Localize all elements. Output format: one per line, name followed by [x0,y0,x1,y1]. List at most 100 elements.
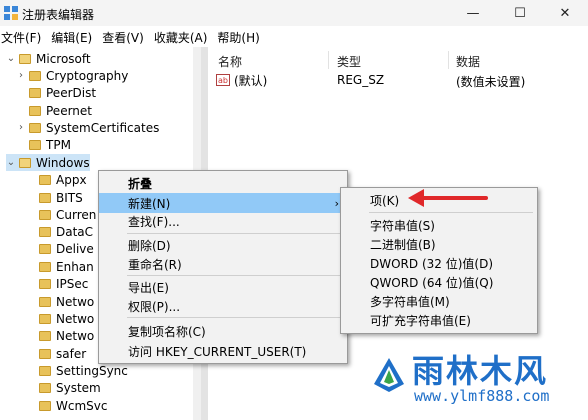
folder-icon [39,226,51,237]
column-divider[interactable] [328,51,329,69]
expand-right-icon[interactable]: › [16,70,26,81]
watermark-title: 雨林木风 [412,352,549,390]
folder-icon [29,122,41,133]
tree-node[interactable]: SettingSync [26,362,128,379]
regedit-app-icon [3,5,19,21]
tree-node[interactable]: Netwo [26,293,94,310]
tree-node-label: WcmSvc [56,398,108,413]
tree-node-label: System [56,380,101,395]
tree-node[interactable]: Peernet [16,102,92,119]
tree-node[interactable]: Curren [26,206,96,223]
tree-node[interactable]: ⌄ Windows [6,154,90,171]
folder-icon [39,382,51,393]
menu-delete[interactable]: 删除(D) [99,235,347,255]
submenu-expandable-string-value[interactable]: 可扩充字符串值(E) [341,310,537,330]
expand-down-icon[interactable]: ⌄ [6,53,16,64]
tree-node-label: Netwo [56,328,95,343]
menu-edit[interactable]: 编辑(E) [50,26,101,46]
menu-collapse[interactable]: 折叠 [99,173,347,193]
minimize-button[interactable]: — [450,0,496,26]
submenu-multi-string-value[interactable]: 多字符串值(M) [341,291,537,311]
submenu-qword-value[interactable]: QWORD (64 位)值(Q) [341,272,537,292]
menu-find[interactable]: 查找(F)... [99,211,347,231]
folder-icon [39,209,51,220]
menu-export[interactable]: 导出(E) [99,277,347,297]
tree-node[interactable]: ⌄ Microsoft [6,50,91,67]
submenu-string-value[interactable]: 字符串值(S) [341,215,537,235]
tree-node-label: Peernet [46,103,92,118]
tree-node-label: Cryptography [46,68,129,83]
menu-file[interactable]: 文件(F) [0,26,50,46]
string-value-icon: ab [216,74,230,86]
folder-icon [19,157,31,168]
folder-icon [29,70,41,81]
folder-icon [39,278,51,289]
submenu-arrow-icon: › [334,196,339,210]
folder-icon [29,105,41,116]
menu-bar: 文件(F) 编辑(E) 查看(V) 收藏夹(A) 帮助(H) [0,26,588,46]
folder-icon [39,365,51,376]
tree-node[interactable]: DataC [26,223,93,240]
context-menu: 折叠 新建(N) › 查找(F)... 删除(D) 重命名(R) 导出(E) 权… [98,170,348,364]
column-data-header[interactable]: 数据 [456,53,480,70]
tree-node-label: Curren [56,207,97,222]
tree-node[interactable]: › SystemCertificates [16,119,159,136]
folder-icon [39,243,51,254]
tree-node[interactable]: Enhan [26,258,94,275]
watermark-logo-icon [372,356,406,394]
tree-node-label: DataC [56,224,94,239]
menu-new[interactable]: 新建(N) › [99,193,347,213]
menu-rename[interactable]: 重命名(R) [99,254,347,274]
tree-node-label: Windows [36,155,90,170]
menu-separator [127,317,343,318]
maximize-button[interactable]: ☐ [497,0,543,26]
window-title: 注册表编辑器 [22,8,95,22]
folder-icon [39,261,51,272]
value-row-default[interactable]: ab (默认) [216,71,267,89]
folder-icon [29,139,41,150]
tree-node[interactable]: Netwo [26,310,94,327]
tree-node[interactable]: › Cryptography [16,67,128,84]
folder-icon [39,400,51,411]
menu-separator [127,233,343,234]
menu-help[interactable]: 帮助(H) [216,26,268,46]
menu-visit-hkcu[interactable]: 访问 HKEY_CURRENT_USER(T) [99,341,347,361]
tree-node[interactable]: WcmSvc [26,397,107,414]
tree-node-label: Netwo [56,311,95,326]
column-type-header[interactable]: 类型 [337,53,361,70]
tree-node[interactable]: System [26,379,101,396]
tree-node-label: Microsoft [36,51,91,66]
tree-node[interactable]: BITS [26,189,83,206]
value-type: REG_SZ [337,73,385,87]
tree-node[interactable]: Delive [26,240,94,257]
submenu-binary-value[interactable]: 二进制值(B) [341,234,537,254]
tree-node[interactable]: TPM [16,136,71,153]
folder-icon [39,330,51,341]
submenu-dword-value[interactable]: DWORD (32 位)值(D) [341,253,537,273]
tree-node-label: Appx [56,172,87,187]
column-divider[interactable] [448,51,449,69]
column-name-header[interactable]: 名称 [218,53,242,70]
tree-node-label: TPM [46,137,71,152]
expand-right-icon[interactable]: › [16,122,26,133]
menu-favorites[interactable]: 收藏夹(A) [153,26,217,46]
tree-node-label: PeerDist [46,85,97,100]
tree-node[interactable]: safer [26,345,86,362]
tree-node[interactable]: Netwo [26,327,94,344]
tree-node-label: SettingSync [56,363,128,378]
close-button[interactable]: ✕ [542,0,588,26]
tree-node[interactable]: PeerDist [16,84,96,101]
menu-permissions[interactable]: 权限(P)... [99,296,347,316]
folder-icon [39,348,51,359]
folder-icon [39,313,51,324]
expand-down-icon[interactable]: ⌄ [6,157,16,168]
tree-node[interactable]: Appx [26,171,87,188]
folder-icon [19,53,31,64]
menu-copy-key-name[interactable]: 复制项名称(C) [99,321,347,341]
watermark-url: www.ylmf888.com [414,387,550,405]
menu-view[interactable]: 查看(V) [101,26,153,46]
menu-new-label: 新建(N) [128,196,171,211]
menu-separator [127,275,343,276]
tree-node[interactable]: IPSec [26,275,88,292]
tree-node-label: Enhan [56,259,94,274]
